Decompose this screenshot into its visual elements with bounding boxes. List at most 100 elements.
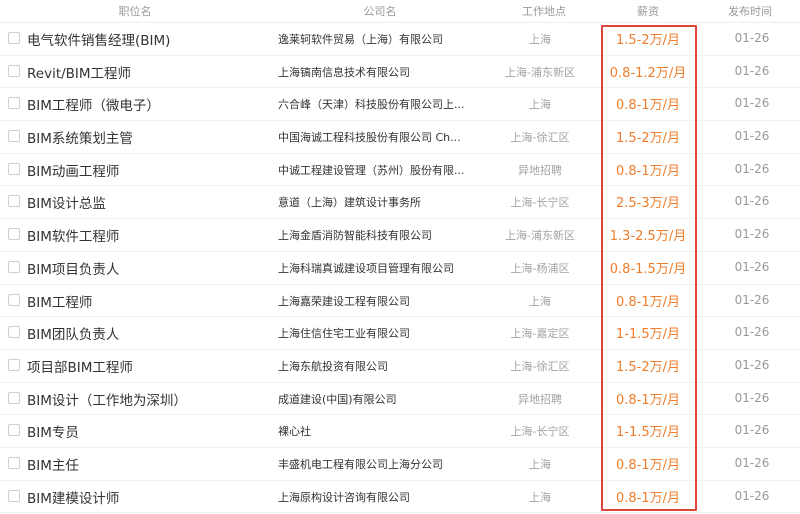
- row-checkbox[interactable]: [8, 489, 20, 502]
- company-name-link[interactable]: 六合峰（天津）科技股份有限公司上...: [278, 96, 468, 112]
- work-location: 异地招聘: [518, 163, 562, 177]
- salary-value: 0.8-1万/月: [615, 457, 681, 473]
- company-name-link[interactable]: 成道建设(中国)有限公司: [278, 391, 468, 407]
- publish-date: 01-26: [734, 423, 770, 438]
- table-row[interactable]: BIM软件工程师 上海金盾消防智能科技有限公司 上海-浦东新区 1.3-2.5万/月 0…: [0, 219, 800, 252]
- table-row[interactable]: 项目部BIM工程师 上海东航投资有限公司 上海-徐汇区 1.5-2万/月 01-26: [0, 350, 800, 383]
- job-title-link[interactable]: BIM软件工程师: [27, 225, 267, 245]
- job-title-link[interactable]: BIM设计总监: [27, 192, 267, 212]
- table-row[interactable]: BIM工程师 上海嘉荣建设工程有限公司 上海 0.8-1万/月 01-26: [0, 285, 800, 318]
- company-name-link[interactable]: 上海科瑞真诚建设项目管理有限公司: [278, 260, 468, 276]
- row-checkbox[interactable]: [8, 130, 20, 143]
- company-name-link[interactable]: 上海住信住宅工业有限公司: [278, 325, 468, 341]
- job-title-link[interactable]: Revit/BIM工程师: [27, 62, 267, 82]
- company-name-link[interactable]: 逸莱轲软件贸易（上海）有限公司: [278, 31, 468, 47]
- salary-value: 1.5-2万/月: [615, 359, 681, 375]
- publish-date: 01-26: [734, 292, 770, 307]
- table-row[interactable]: BIM团队负责人 上海住信住宅工业有限公司 上海-嘉定区 1-1.5万/月 01-26: [0, 317, 800, 350]
- company-name-link[interactable]: 上海东航投资有限公司: [278, 358, 468, 374]
- job-title-link[interactable]: BIM团队负责人: [27, 323, 267, 343]
- row-checkbox[interactable]: [8, 293, 20, 306]
- table-row[interactable]: BIM项目负责人 上海科瑞真诚建设项目管理有限公司 上海-杨浦区 0.8-1.5万/月…: [0, 252, 800, 285]
- row-checkbox[interactable]: [8, 358, 20, 371]
- publish-date: 01-26: [734, 455, 770, 470]
- row-checkbox[interactable]: [8, 32, 20, 44]
- table-row[interactable]: Revit/BIM工程师 上海镐南信息技术有限公司 上海-浦东新区 0.8-1.2万/…: [0, 56, 800, 89]
- salary-value: 1.5-2万/月: [615, 131, 681, 147]
- publish-date: 01-26: [734, 63, 770, 78]
- salary-value: 0.8-1万/月: [615, 392, 681, 408]
- table-row[interactable]: BIM主任 丰盛机电工程有限公司上海分公司 上海 0.8-1万/月 01-26: [0, 448, 800, 481]
- job-title-link[interactable]: BIM设计（工作地为深圳）: [27, 389, 267, 409]
- header-job-title: 职位名: [118, 5, 152, 18]
- row-checkbox[interactable]: [8, 64, 20, 77]
- company-name-link[interactable]: 裸心社: [278, 423, 468, 439]
- work-location: 上海: [529, 294, 551, 308]
- table-row[interactable]: 电气软件销售经理(BIM) 逸莱轲软件贸易（上海）有限公司 上海 1.5-2万/月 01…: [0, 23, 800, 56]
- job-title-link[interactable]: BIM工程师（微电子）: [27, 94, 267, 114]
- job-title-link[interactable]: BIM项目负责人: [27, 258, 267, 278]
- company-name-link[interactable]: 中国海诚工程科技股份有限公司 Ch...: [278, 129, 468, 145]
- salary-value: 2.5-3万/月: [615, 196, 681, 212]
- publish-date: 01-26: [734, 31, 770, 45]
- job-list-page: 职位名 公司名 工作地点 薪资 发布时间 电气软件销售经理(BIM) 逸莱轲软件贸…: [0, 0, 800, 514]
- job-title-link[interactable]: 项目部BIM工程师: [27, 356, 267, 376]
- row-checkbox[interactable]: [8, 424, 20, 437]
- publish-date: 01-26: [734, 194, 770, 209]
- job-title-link[interactable]: BIM系统策划主管: [27, 127, 267, 147]
- work-location: 异地招聘: [518, 392, 562, 406]
- company-name-link[interactable]: 上海原构设计咨询有限公司: [278, 489, 468, 505]
- work-location: 上海-浦东新区: [505, 229, 575, 243]
- salary-value: 0.8-1.5万/月: [609, 261, 687, 277]
- company-name-link[interactable]: 上海金盾消防智能科技有限公司: [278, 227, 468, 243]
- work-location: 上海-杨浦区: [510, 261, 570, 275]
- salary-value: 0.8-1万/月: [615, 163, 681, 179]
- salary-value: 1.3-2.5万/月: [609, 229, 687, 245]
- table-row[interactable]: BIM工程师（微电子） 六合峰（天津）科技股份有限公司上... 上海 0.8-1万/月…: [0, 88, 800, 122]
- work-location: 上海-浦东新区: [505, 65, 575, 79]
- publish-date: 01-26: [734, 357, 770, 372]
- work-location: 上海: [529, 490, 551, 504]
- company-name-link[interactable]: 上海镐南信息技术有限公司: [278, 64, 468, 80]
- table-row[interactable]: BIM系统策划主管 中国海诚工程科技股份有限公司 Ch... 上海-徐汇区 1.5-2…: [0, 121, 800, 154]
- company-name-link[interactable]: 丰盛机电工程有限公司上海分公司: [278, 456, 468, 472]
- job-title-link[interactable]: BIM工程师: [27, 291, 267, 311]
- publish-date: 01-26: [734, 227, 770, 242]
- row-checkbox[interactable]: [8, 326, 20, 339]
- table-row[interactable]: BIM动画工程师 中诚工程建设管理（苏州）股份有限... 异地招聘 0.8-1万/月 0…: [0, 154, 800, 187]
- job-rows: 电气软件销售经理(BIM) 逸莱轲软件贸易（上海）有限公司上海 1.5-2万/月 01…: [0, 23, 800, 514]
- salary-value: 0.8-1万/月: [615, 294, 681, 310]
- publish-date: 01-26: [734, 161, 770, 176]
- company-name-link[interactable]: 中诚工程建设管理（苏州）股份有限...: [278, 162, 468, 178]
- row-checkbox[interactable]: [8, 456, 20, 469]
- company-name-link[interactable]: 上海嘉荣建设工程有限公司: [278, 293, 468, 309]
- work-location: 上海-长宁区: [510, 425, 570, 439]
- table-row[interactable]: BIM专员 裸心社 上海-长宁区 1-1.5万/月 01-26: [0, 415, 800, 448]
- table-row[interactable]: BIM设计总监 意道（上海）建筑设计事务所 上海-长宁区 2.5-3万/月 01-26: [0, 186, 800, 220]
- job-title-link[interactable]: 电气软件销售经理(BIM): [27, 29, 267, 49]
- publish-date: 01-26: [734, 325, 770, 340]
- work-location: 上海-长宁区: [510, 196, 570, 210]
- row-checkbox[interactable]: [8, 97, 20, 110]
- work-location: 上海: [529, 457, 551, 471]
- job-title-link[interactable]: BIM动画工程师: [27, 160, 267, 180]
- company-name-link[interactable]: 意道（上海）建筑设计事务所: [278, 194, 468, 210]
- row-checkbox[interactable]: [8, 260, 20, 273]
- salary-value: 1-1.5万/月: [615, 425, 681, 441]
- header-company: 公司名: [363, 5, 397, 18]
- table-header: 职位名 公司名 工作地点 薪资 发布时间: [0, 0, 800, 23]
- salary-value: 0.8-1万/月: [615, 98, 681, 114]
- row-checkbox[interactable]: [8, 391, 20, 404]
- table-row[interactable]: BIM设计（工作地为深圳） 成道建设(中国)有限公司 异地招聘 0.8-1万/月 01-…: [0, 383, 800, 416]
- header-location: 工作地点: [522, 5, 566, 18]
- publish-date: 01-26: [734, 259, 770, 274]
- row-checkbox[interactable]: [8, 195, 20, 208]
- job-title-link[interactable]: BIM建模设计师: [27, 487, 267, 507]
- salary-value: 1.5-2万/月: [615, 33, 681, 48]
- publish-date: 01-26: [734, 129, 770, 144]
- table-row[interactable]: BIM建模设计师 上海原构设计咨询有限公司 上海 0.8-1万/月 01-26: [0, 481, 800, 514]
- row-checkbox[interactable]: [8, 228, 20, 241]
- job-title-link[interactable]: BIM专员: [27, 421, 267, 441]
- job-title-link[interactable]: BIM主任: [27, 454, 267, 474]
- row-checkbox[interactable]: [8, 162, 20, 175]
